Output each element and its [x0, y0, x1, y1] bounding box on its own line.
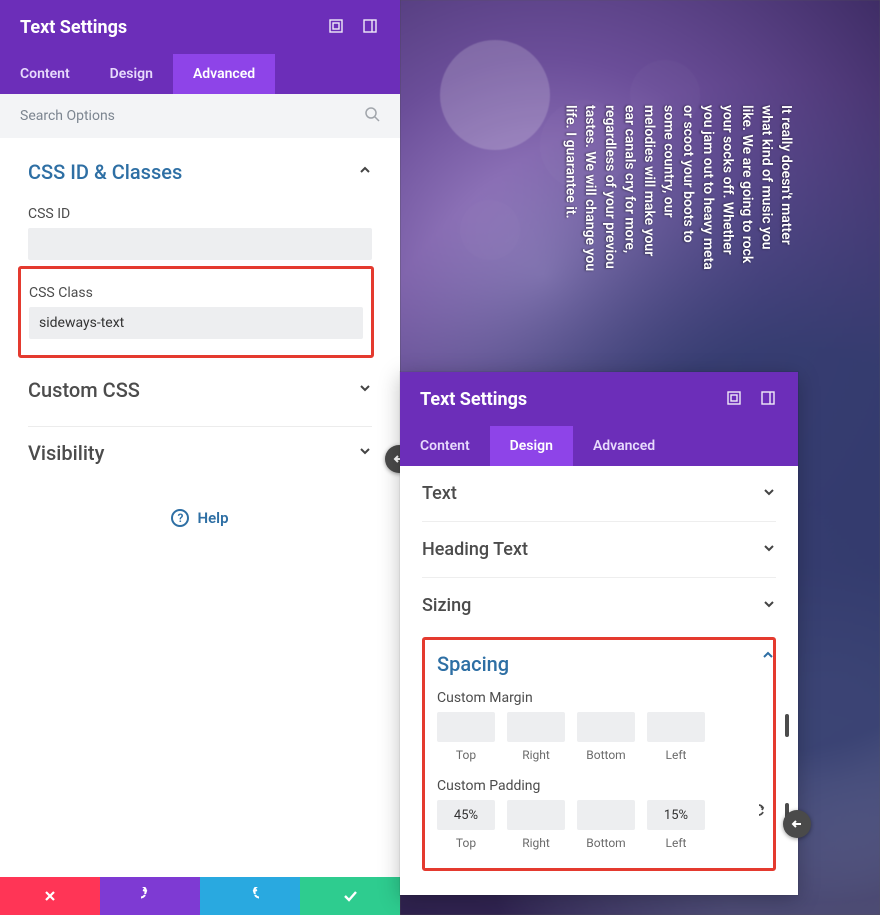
help-icon: ? — [171, 509, 189, 527]
chevron-down-icon — [762, 540, 776, 559]
side-label: Left — [647, 836, 705, 850]
margin-row: Top Right Bottom Left — [437, 712, 761, 762]
css-class-input[interactable] — [29, 307, 363, 339]
chevron-up-icon[interactable] — [757, 644, 779, 666]
tabs: Content Design Advanced — [0, 54, 400, 94]
side-label: Bottom — [577, 836, 635, 850]
section-visibility[interactable]: Visibility — [28, 427, 372, 479]
panel-title: Text Settings — [20, 17, 127, 38]
help-label: Help — [197, 509, 228, 527]
sideways-paragraph: It really doesn't matter what kind of mu… — [560, 105, 795, 365]
panel-header: Text Settings — [400, 372, 798, 426]
padding-left-input[interactable] — [647, 800, 705, 830]
margin-left-input[interactable] — [647, 712, 705, 742]
section-title: Visibility — [28, 441, 104, 465]
tab-content[interactable]: Content — [0, 54, 90, 94]
cancel-button[interactable] — [0, 877, 100, 915]
chevron-down-icon — [358, 381, 372, 399]
spacing-title: Spacing — [437, 652, 761, 676]
tab-design[interactable]: Design — [90, 54, 173, 94]
css-class-label: CSS Class — [29, 285, 363, 301]
section-css-id-classes[interactable]: CSS ID & Classes — [28, 146, 372, 198]
margin-right-input[interactable] — [507, 712, 565, 742]
padding-right-input[interactable] — [507, 800, 565, 830]
panel-title: Text Settings — [420, 389, 527, 410]
side-label: Left — [647, 748, 705, 762]
chevron-down-icon — [358, 444, 372, 462]
expand-icon[interactable] — [326, 16, 346, 36]
reset-icon[interactable] — [759, 804, 775, 824]
section-sizing[interactable]: Sizing — [422, 577, 776, 633]
side-label: Right — [507, 748, 565, 762]
chevron-down-icon — [762, 484, 776, 503]
tabs: Content Design Advanced — [400, 426, 798, 466]
search-bar[interactable] — [0, 94, 400, 138]
undo-button[interactable] — [100, 877, 200, 915]
expand-icon[interactable] — [724, 388, 744, 408]
bokeh — [460, 200, 520, 260]
side-label: Top — [437, 748, 495, 762]
right-settings-panel: Text Settings Content Design Advanced Te… — [400, 372, 798, 895]
css-id-label: CSS ID — [28, 206, 372, 222]
chevron-down-icon — [762, 596, 776, 615]
padding-bottom-input[interactable] — [577, 800, 635, 830]
phone-icon[interactable] — [785, 716, 789, 735]
save-button[interactable] — [300, 877, 400, 915]
dock-icon[interactable] — [758, 388, 778, 408]
section-title: Heading Text — [422, 539, 528, 560]
css-id-input[interactable] — [28, 228, 372, 260]
tab-design[interactable]: Design — [490, 426, 573, 466]
chevron-up-icon — [358, 163, 372, 181]
tab-advanced[interactable]: Advanced — [173, 54, 275, 94]
section-title: Custom CSS — [28, 378, 140, 402]
highlight-css-class: CSS Class — [18, 266, 374, 358]
side-label: Right — [507, 836, 565, 850]
padding-top-input[interactable] — [437, 800, 495, 830]
section-title: Text — [422, 483, 457, 504]
bokeh — [440, 40, 550, 150]
help-link[interactable]: ? Help — [0, 485, 400, 551]
custom-padding-label: Custom Padding — [437, 778, 761, 794]
side-label: Bottom — [577, 748, 635, 762]
side-label: Top — [437, 836, 495, 850]
margin-top-input[interactable] — [437, 712, 495, 742]
panel-header: Text Settings — [0, 0, 400, 54]
left-settings-panel: Text Settings Content Design Advanced CS… — [0, 0, 400, 877]
redo-button[interactable] — [200, 877, 300, 915]
custom-margin-label: Custom Margin — [437, 690, 761, 706]
section-title: CSS ID & Classes — [28, 160, 182, 184]
section-spacing: Spacing Custom Margin Top Right Bottom L… — [422, 637, 776, 871]
collapse-right-button[interactable] — [783, 810, 811, 838]
section-custom-css[interactable]: Custom CSS — [28, 364, 372, 416]
tab-content[interactable]: Content — [400, 426, 490, 466]
dock-icon[interactable] — [360, 16, 380, 36]
section-title: Sizing — [422, 595, 471, 616]
search-input[interactable] — [20, 108, 364, 124]
search-icon[interactable] — [364, 106, 380, 126]
tab-advanced[interactable]: Advanced — [573, 426, 675, 466]
padding-row: Top Right Bottom Left — [437, 800, 761, 850]
action-bar — [0, 877, 400, 915]
section-heading-text[interactable]: Heading Text — [422, 521, 776, 577]
margin-bottom-input[interactable] — [577, 712, 635, 742]
section-text[interactable]: Text — [422, 466, 776, 521]
